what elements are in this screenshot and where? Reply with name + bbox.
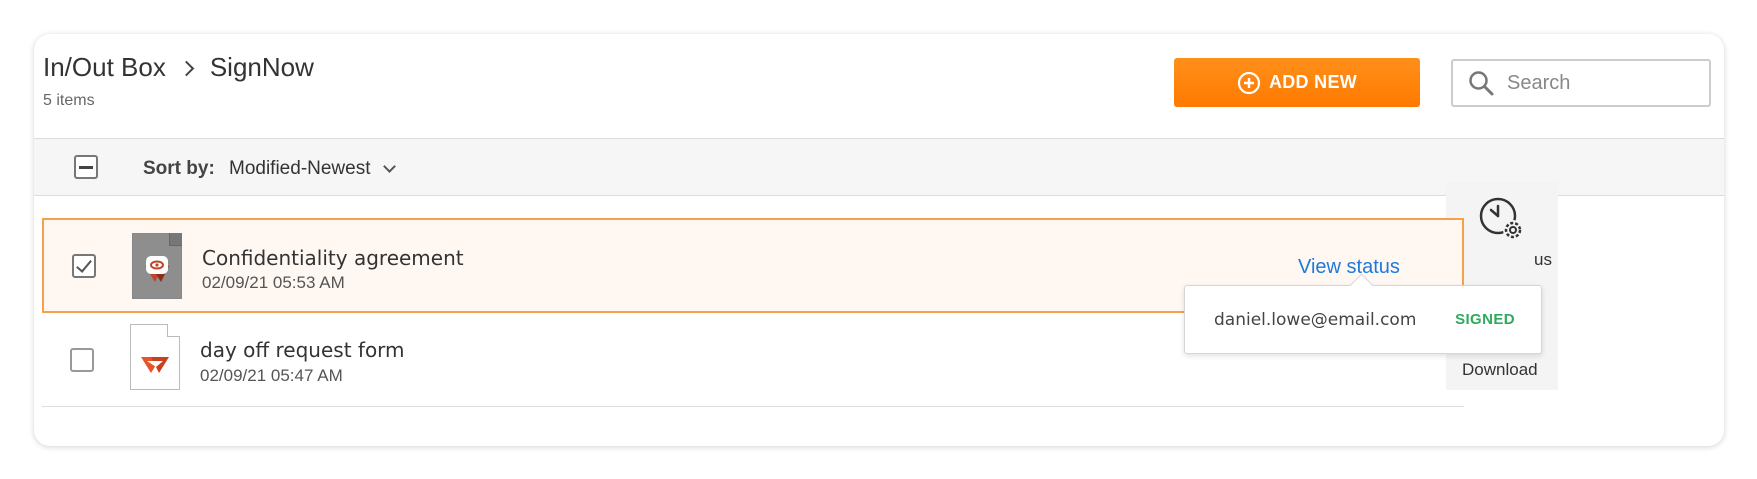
view-status-link[interactable]: View status <box>1298 256 1400 279</box>
download-action-label[interactable]: Download <box>1462 360 1538 380</box>
signer-email: daniel.lowe@email.com <box>1214 310 1417 330</box>
document-list-panel: In/Out Box SignNow 5 items ADD NEW Sort … <box>34 34 1724 446</box>
document-date: 02/09/21 05:53 AM <box>202 273 345 292</box>
document-name[interactable]: day off request form <box>200 338 405 362</box>
signer-status-popover: daniel.lowe@email.com SIGNED <box>1184 285 1542 354</box>
breadcrumb-separator-icon <box>182 58 194 78</box>
breadcrumb-item-signnow: SignNow <box>209 52 314 82</box>
status-action-label: us <box>1534 250 1552 269</box>
clock-gear-icon[interactable] <box>1476 194 1528 246</box>
breadcrumb: In/Out Box SignNow <box>43 52 314 83</box>
document-thumbnail <box>130 324 180 390</box>
signnow-logo-icon <box>141 357 169 373</box>
header: In/Out Box SignNow 5 items ADD NEW <box>34 34 1724 138</box>
search-input[interactable] <box>1507 71 1697 95</box>
signed-status-badge: SIGNED <box>1455 311 1515 328</box>
document-name[interactable]: Confidentiality agreement <box>202 246 464 270</box>
add-new-button[interactable]: ADD NEW <box>1174 58 1420 107</box>
sort-value: Modified-Newest <box>229 158 371 179</box>
search-icon <box>1469 71 1494 96</box>
chevron-down-icon <box>382 159 396 173</box>
row-checkbox[interactable] <box>72 254 96 278</box>
sort-dropdown[interactable]: Modified-Newest <box>229 158 396 180</box>
breadcrumb-item-inout-box[interactable]: In/Out Box <box>43 52 166 83</box>
document-date: 02/09/21 05:47 AM <box>200 366 343 385</box>
search-box[interactable] <box>1451 59 1711 107</box>
item-count: 5 items <box>43 92 95 109</box>
plus-circle-icon <box>1237 71 1261 94</box>
signnow-logo-icon <box>145 256 169 282</box>
row-checkbox[interactable] <box>70 348 94 372</box>
select-all-checkbox[interactable] <box>74 155 98 179</box>
sort-label: Sort by: <box>143 158 215 179</box>
add-new-label: ADD NEW <box>1268 72 1358 92</box>
document-thumbnail <box>132 233 182 299</box>
